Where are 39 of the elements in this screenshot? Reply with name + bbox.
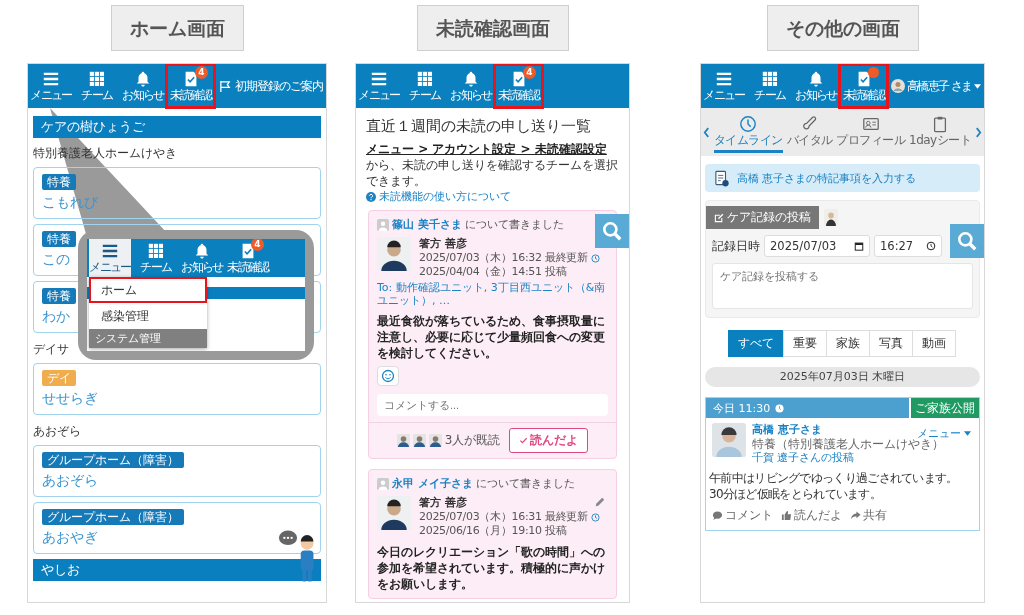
updated-time: 2025/07/03（木）16:32 最終更新: [419, 251, 608, 265]
category-tag: グループホーム（障害）: [42, 452, 184, 468]
section-header: やしお: [33, 559, 321, 581]
entry-text: 午前中はリビングでゆっくり過ごされています。: [709, 470, 959, 486]
recipient-list: To: 動作確認ユニット, 3丁目西ユニット（&南ユニット）, …: [377, 281, 608, 307]
read-count: 3人が既読: [444, 432, 501, 449]
category-tag: 特養: [42, 231, 76, 247]
field-label: 記録日時: [712, 237, 760, 255]
posted-time: 2025/06/16（月）19:10 投稿: [419, 524, 568, 538]
group-label: デイサ: [33, 341, 69, 358]
post-body: 今日のレクリエーション「歌の時間」への参加を希望されています。積極的に声かけをお願いします。: [377, 544, 606, 592]
post-caption: について書きました: [475, 476, 575, 492]
notification-badge: 4: [195, 66, 208, 79]
category-tag: 特養: [42, 288, 76, 304]
category-tag: 特養: [42, 174, 76, 190]
page-title: 直近１週間の未読の申し送り一覧: [366, 116, 592, 136]
notification-badge: 4: [251, 239, 264, 251]
category-tag: デイ: [42, 370, 76, 386]
post-caption: について書きました: [464, 217, 564, 233]
entry-text: 30分ほど仮眠をとられています。: [709, 486, 883, 502]
date-header: 2025年07月03日 木曜日: [705, 367, 980, 387]
author-name: 箸方 善彦: [419, 496, 467, 510]
entry-time-bar: 今日 11:30: [706, 398, 909, 418]
posted-time: 2025/04/04（金）14:51 投稿: [419, 265, 568, 279]
menu-section-header: システム管理: [89, 329, 207, 348]
updated-time: 2025/07/03（木）16:31 最終更新: [419, 510, 608, 524]
facility-name: 特養（特別養護老人ホームけやき）: [752, 437, 944, 451]
screen-caption: 未読確認画面: [416, 5, 569, 51]
screen-caption: その他の画面: [766, 5, 919, 51]
post-body: 最近食欲が落ちているため、食事摂取量に注意し、必要に応じて少量頻回食への変更を検討してください。: [377, 313, 606, 361]
group-label: 特別養護老人ホームけやき: [33, 145, 177, 162]
section-header: ケアの樹ひょうご: [33, 116, 321, 138]
intro-text: メニュー > アカウント設定 > 未読確認設定 から、未読の申し送りを確認するチームを選択できます。: [366, 141, 619, 189]
notification-badge: 4: [523, 66, 536, 79]
category-tag: グループホーム（障害）: [42, 509, 184, 525]
screen-caption: ホーム画面: [110, 5, 244, 51]
group-label: あおぞら: [33, 423, 81, 440]
visibility-tag: ご家族公開: [911, 398, 979, 418]
author-name: 箸方 善彦: [419, 237, 467, 251]
